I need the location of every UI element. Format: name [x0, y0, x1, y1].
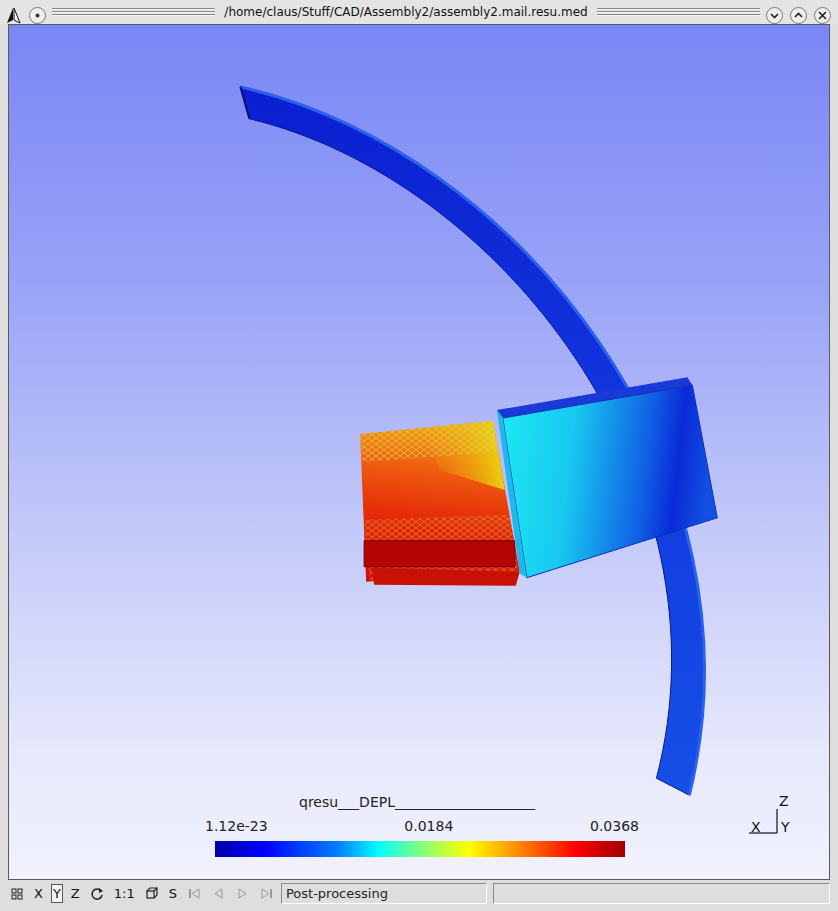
toolbar-button[interactable]: Y	[51, 884, 63, 903]
legend-title: qresu___DEPL____________________	[205, 793, 639, 811]
axis-label: Y	[781, 819, 790, 835]
legend-tick: 1.12e-23	[205, 817, 268, 835]
axis-triad: Z X Y	[737, 793, 793, 849]
cube-icon[interactable]	[143, 885, 161, 902]
title-bar-grip	[597, 8, 760, 17]
minimize-icon[interactable]	[765, 3, 784, 22]
legend-ticks: 1.12e-23 0.0184 0.0368	[205, 817, 639, 835]
app-logo-icon	[4, 3, 23, 22]
toolbar-button[interactable]: S	[167, 884, 179, 903]
toolbar-button[interactable]: Z	[69, 884, 82, 903]
next-icon	[233, 885, 251, 902]
application-window: /home/claus/Stuff/CAD/Assembly2/assembly…	[0, 0, 838, 911]
last-icon	[257, 885, 275, 902]
color-legend: qresu___DEPL____________________ 1.12e-23…	[205, 793, 639, 857]
message-field	[493, 883, 830, 904]
prev-icon	[209, 885, 227, 902]
toolbar-button[interactable]: 1:1	[112, 884, 137, 903]
rotate-icon[interactable]	[88, 885, 106, 902]
toolbar-button[interactable]: X	[32, 884, 45, 903]
title-bar-grip	[52, 8, 215, 17]
title-bar: /home/claus/Stuff/CAD/Assembly2/assembly…	[0, 0, 838, 24]
model-render	[9, 25, 829, 879]
grid-icon[interactable]	[8, 885, 26, 902]
axis-label: X	[751, 819, 761, 835]
legend-tick: 0.0368	[590, 817, 639, 835]
window-title: /home/claus/Stuff/CAD/Assembly2/assembly…	[220, 3, 591, 21]
legend-tick: 0.0184	[404, 817, 453, 835]
close-icon[interactable]	[813, 3, 832, 22]
maximize-icon[interactable]	[789, 3, 808, 22]
first-icon	[185, 885, 203, 902]
mode-field: Post-processing	[281, 883, 487, 904]
status-bar: XYZ 1:1 S Post-processing	[0, 880, 838, 911]
viewer-3d[interactable]: qresu___DEPL____________________ 1.12e-23…	[8, 24, 830, 880]
window-menu-icon[interactable]	[28, 3, 47, 22]
axis-label: Z	[779, 793, 789, 809]
color-scale-bar	[215, 841, 625, 857]
